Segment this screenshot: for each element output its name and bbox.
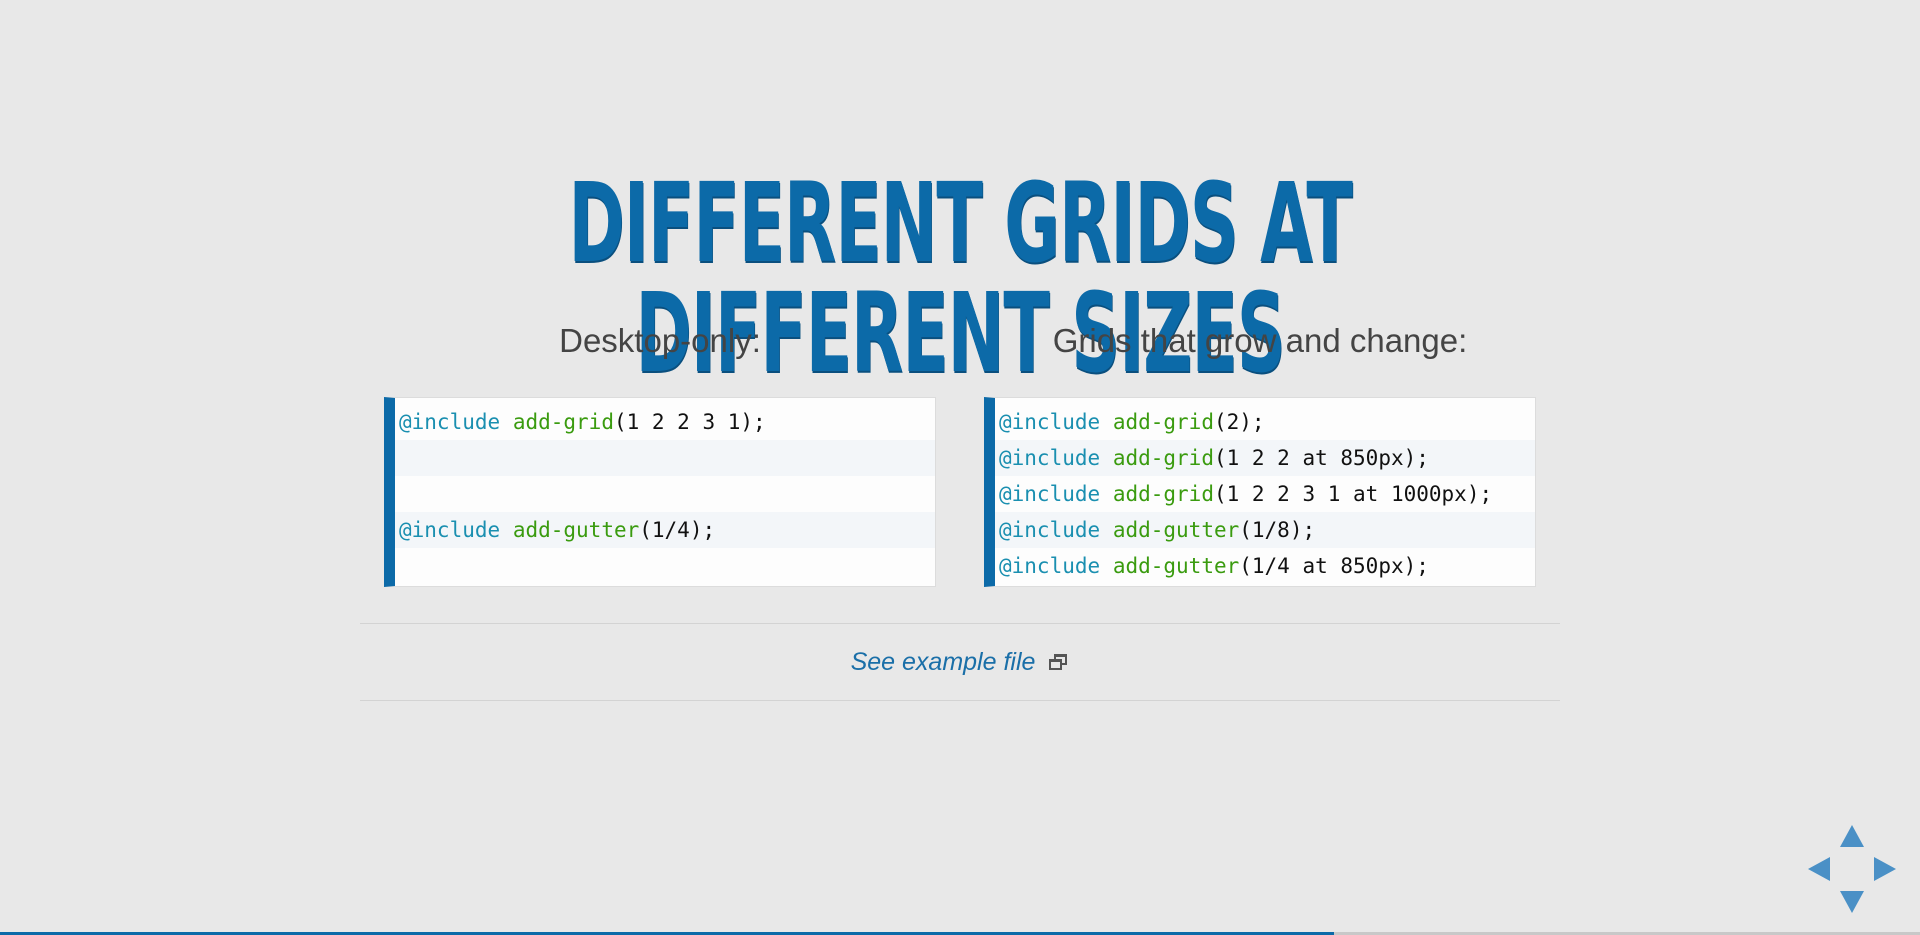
code-function: add-grid [1112, 482, 1214, 506]
code-line: @include add-grid(2); [995, 404, 1535, 440]
code-keyword: @include [999, 554, 1101, 578]
code-keyword: @include [999, 446, 1101, 470]
code-args: (1/8); [1239, 518, 1316, 542]
code-line: @include add-gutter(1/8); [995, 512, 1535, 548]
divider-bottom [360, 700, 1560, 701]
code-line: @include add-grid(1 2 2 at 850px); [995, 440, 1535, 476]
code-function: add-grid [512, 410, 614, 434]
code-line: @include add-gutter(1/4); [395, 512, 935, 548]
arrow-left-icon[interactable] [1808, 857, 1830, 881]
code-args: (1 2 2 3 1); [613, 410, 766, 434]
code-args: (1 2 2 at 850px); [1213, 446, 1429, 470]
slide-navigation [1808, 825, 1896, 913]
example-link-row: See example file [0, 642, 1920, 682]
code-keyword: @include [399, 518, 501, 542]
desktop-only-heading: Desktop-only: [559, 322, 761, 359]
code-keyword: @include [999, 482, 1101, 506]
code-function: add-grid [1112, 446, 1214, 470]
see-example-file-link[interactable]: See example file [851, 648, 1036, 676]
code-function: add-gutter [512, 518, 640, 542]
code-function: add-grid [1112, 410, 1214, 434]
desktop-only-code-block: @include add-grid(1 2 2 3 1); @include a… [384, 397, 936, 587]
code-line: @include add-grid(1 2 2 3 1); [395, 404, 935, 440]
code-args: (2); [1213, 410, 1265, 434]
code-function: add-gutter [1112, 554, 1240, 578]
code-keyword: @include [999, 410, 1101, 434]
code-keyword: @include [999, 518, 1101, 542]
code-args: (1/4 at 850px); [1239, 554, 1429, 578]
code-keyword: @include [399, 410, 501, 434]
grids-grow-code-block: @include add-grid(2); @include add-grid(… [984, 397, 1536, 587]
arrow-up-icon[interactable] [1840, 825, 1864, 847]
arrow-right-icon[interactable] [1874, 857, 1896, 881]
code-line [395, 440, 935, 476]
code-args: (1/4); [639, 518, 716, 542]
external-window-icon[interactable] [1049, 654, 1069, 672]
grids-grow-heading: Grids that grow and change: [1052, 322, 1468, 359]
arrow-down-icon[interactable] [1840, 891, 1864, 913]
code-line: @include add-grid(1 2 2 3 1 at 1000px); [995, 476, 1535, 512]
divider-top [360, 623, 1560, 624]
code-function: add-gutter [1112, 518, 1240, 542]
code-line: @include add-gutter(1/4 at 850px); [995, 548, 1535, 584]
slide: Different grids at different sizes Deskt… [0, 0, 1920, 935]
code-args: (1 2 2 3 1 at 1000px); [1213, 482, 1493, 506]
